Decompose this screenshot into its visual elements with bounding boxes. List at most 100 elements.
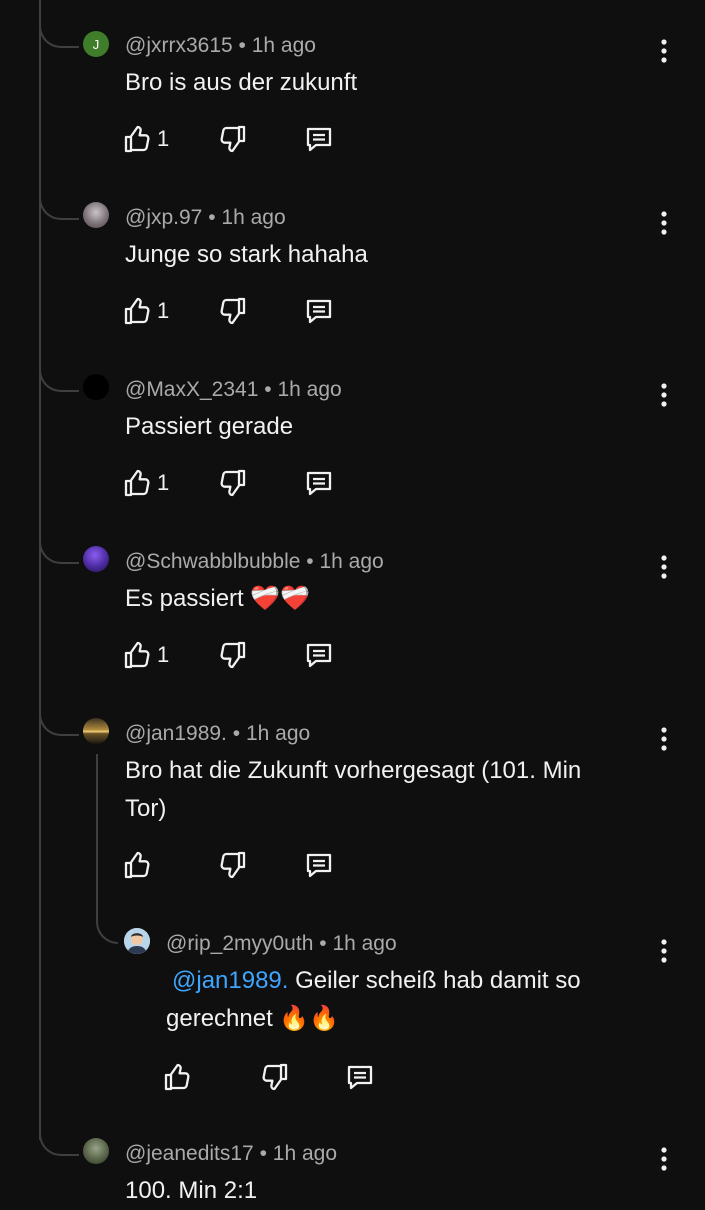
dislike-icon xyxy=(220,125,246,153)
reply-icon xyxy=(306,299,332,324)
like-button[interactable]: 1 xyxy=(123,294,169,328)
comment-time[interactable]: 1h ago xyxy=(273,1142,337,1165)
like-button[interactable] xyxy=(123,848,151,882)
reply-button[interactable] xyxy=(304,638,334,672)
reply-icon xyxy=(306,127,332,152)
like-icon xyxy=(124,469,150,497)
comment-author[interactable]: @jan1989. xyxy=(125,722,227,745)
like-button[interactable]: 1 xyxy=(123,638,169,672)
comment-time[interactable]: 1h ago xyxy=(277,378,341,401)
reply-button[interactable] xyxy=(304,848,334,882)
avatar[interactable] xyxy=(83,374,109,400)
like-icon xyxy=(124,851,150,879)
dislike-button[interactable] xyxy=(219,122,247,156)
comment-text-line: Bro hat die Zukunft vorhergesagt (101. M… xyxy=(125,757,582,784)
comment-meta: @jan1989. • 1h ago xyxy=(125,722,310,746)
like-icon xyxy=(124,641,150,669)
mention-link[interactable]: @jan1989. xyxy=(172,967,288,994)
comment-time[interactable]: 1h ago xyxy=(221,206,285,229)
reply-button[interactable] xyxy=(345,1060,375,1094)
comment-actions: 1 xyxy=(123,122,443,156)
like-count: 1 xyxy=(157,470,170,495)
comment-author[interactable]: @rip_2myy0uth xyxy=(166,932,313,955)
comment-meta: @jxrrx3615 • 1h ago xyxy=(125,34,316,58)
avatar[interactable]: J xyxy=(83,31,109,57)
like-count: 1 xyxy=(157,642,170,667)
comment-text-line: gerechnet 🔥🔥 xyxy=(166,1000,656,1038)
reply-icon xyxy=(306,853,332,878)
comment-author[interactable]: @jeanedits17 xyxy=(125,1142,254,1165)
heart-bandage-emoji: ❤️‍🩹❤️‍🩹 xyxy=(250,585,311,612)
comment-reply: @rip_2myy0uth • 1h ago @jan1989. Geiler … xyxy=(0,910,705,1110)
dislike-icon xyxy=(220,641,246,669)
dislike-button[interactable] xyxy=(219,294,247,328)
reply-button[interactable] xyxy=(304,122,334,156)
comment-text: 100. Min 2:1 xyxy=(125,1177,258,1204)
dislike-button[interactable] xyxy=(261,1060,289,1094)
comment-actions: 1 xyxy=(123,638,443,672)
comment-time[interactable]: 1h ago xyxy=(319,550,383,573)
meta-separator: • xyxy=(264,378,272,401)
more-options-icon[interactable] xyxy=(652,552,676,582)
avatar-initial: J xyxy=(92,36,100,52)
dislike-icon xyxy=(220,851,246,879)
comment: @jan1989. • 1h ago Bro hat die Zukunft v… xyxy=(0,688,705,910)
more-options-icon[interactable] xyxy=(652,36,676,66)
comment-actions: 1 xyxy=(123,294,443,328)
meta-separator: • xyxy=(238,34,246,57)
more-options-icon[interactable] xyxy=(652,208,676,238)
dislike-button[interactable] xyxy=(219,638,247,672)
comment: @MaxX_2341 • 1h ago Passiert gerade 1 xyxy=(0,344,705,516)
comment-text: Bro hat die Zukunft vorhergesagt (101. M… xyxy=(125,752,665,828)
comment-text-wrap: Es passiert ❤️‍🩹❤️‍🩹 xyxy=(125,580,310,618)
comment-meta: @Schwabblbubble • 1h ago xyxy=(125,550,384,574)
comment-meta: @MaxX_2341 • 1h ago xyxy=(125,378,342,402)
comment: @jxp.97 • 1h ago Junge so stark hahaha 1 xyxy=(0,172,705,344)
avatar[interactable] xyxy=(83,202,109,228)
reply-button[interactable] xyxy=(304,294,334,328)
like-button[interactable] xyxy=(163,1060,191,1094)
avatar[interactable] xyxy=(83,1138,109,1164)
comment-author[interactable]: @MaxX_2341 xyxy=(125,378,258,401)
reply-button[interactable] xyxy=(304,466,334,500)
comment-text: Junge so stark hahaha xyxy=(125,241,368,268)
comment-author[interactable]: @jxp.97 xyxy=(125,206,202,229)
fire-emoji: 🔥🔥 xyxy=(279,1005,340,1032)
comment: @Schwabblbubble • 1h ago Es passiert ❤️‍… xyxy=(0,516,705,688)
comment-time[interactable]: 1h ago xyxy=(332,932,396,955)
comment-text: Bro is aus der zukunft xyxy=(125,69,358,96)
comment: J @jxrrx3615 • 1h ago Bro is aus der zuk… xyxy=(0,0,705,172)
meta-separator: • xyxy=(208,206,216,229)
reply-icon xyxy=(347,1065,373,1090)
comment-time[interactable]: 1h ago xyxy=(252,34,316,57)
avatar[interactable] xyxy=(83,546,109,572)
meta-separator: • xyxy=(259,1142,267,1165)
like-count: 1 xyxy=(157,126,170,151)
comment-author[interactable]: @jxrrx3615 xyxy=(125,34,233,57)
more-options-icon[interactable] xyxy=(652,1144,676,1174)
like-button[interactable]: 1 xyxy=(123,466,169,500)
more-options-icon[interactable] xyxy=(652,380,676,410)
comment-actions xyxy=(123,848,443,882)
comment-text: @jan1989. Geiler scheiß hab damit so ger… xyxy=(166,962,656,1038)
comment-text: Es passiert xyxy=(125,585,244,612)
comment-actions xyxy=(163,1060,483,1094)
comment-text-part: gerechnet xyxy=(166,1005,273,1032)
dislike-button[interactable] xyxy=(219,848,247,882)
like-button[interactable]: 1 xyxy=(123,122,169,156)
avatar[interactable] xyxy=(124,928,150,954)
like-icon xyxy=(124,125,150,153)
comment-time[interactable]: 1h ago xyxy=(246,722,310,745)
dislike-icon xyxy=(262,1063,288,1091)
reply-icon xyxy=(306,643,332,668)
comment-meta: @jeanedits17 • 1h ago xyxy=(125,1142,337,1166)
dislike-icon xyxy=(220,469,246,497)
avatar[interactable] xyxy=(83,718,109,744)
comment-author[interactable]: @Schwabblbubble xyxy=(125,550,300,573)
meta-separator: • xyxy=(319,932,327,955)
comment-text-line: @jan1989. Geiler scheiß hab damit so xyxy=(166,962,656,1000)
comment-meta: @jxp.97 • 1h ago xyxy=(125,206,286,230)
like-icon xyxy=(164,1063,190,1091)
more-options-icon[interactable] xyxy=(652,724,676,754)
dislike-button[interactable] xyxy=(219,466,247,500)
